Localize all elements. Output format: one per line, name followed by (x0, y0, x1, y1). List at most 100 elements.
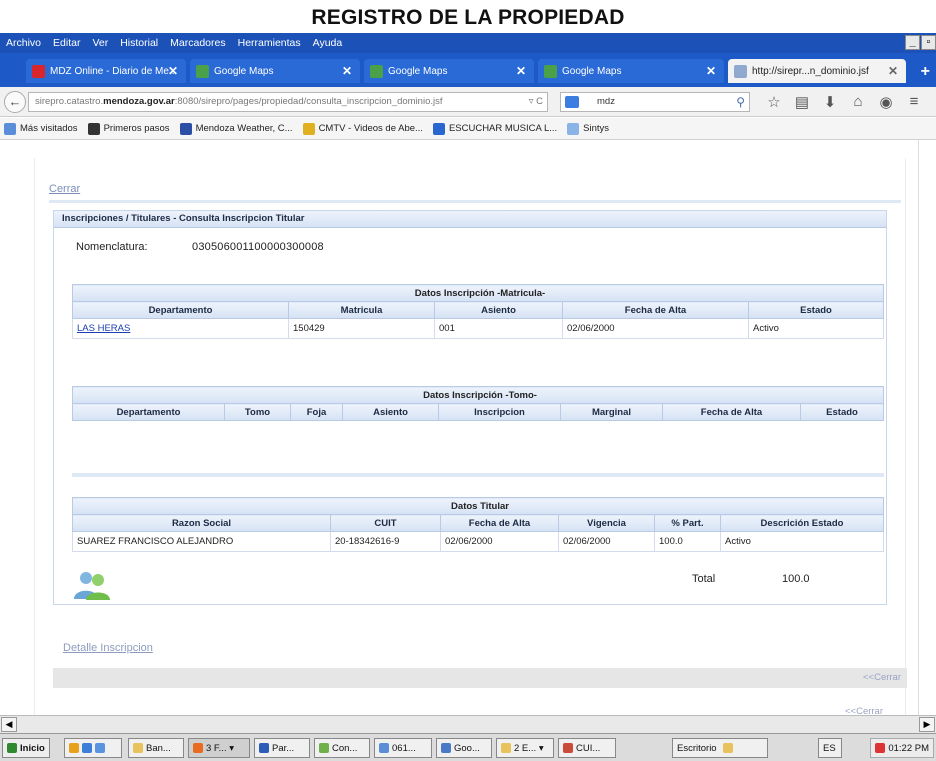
url-bar[interactable]: sirepro.catastro.mendoza.gov.ar:8080/sir… (28, 92, 548, 112)
bookmark-mas-visitados[interactable]: Más visitados (4, 122, 78, 135)
cerrar-small-link[interactable]: <<Cerrar (863, 672, 901, 683)
menu-archivo[interactable]: Archivo (0, 37, 47, 49)
matricula-table: Datos Inscripción -Matricula- Departamen… (72, 284, 884, 339)
main-panel: Cerrar Inscripciones / Titulares - Consu… (34, 158, 907, 717)
tab-sirepro[interactable]: http://sirepr...n_dominio.jsf ✕ (728, 59, 906, 83)
menu-icon[interactable]: ≡ (900, 93, 928, 111)
url-prefix: sirepro.catastro. (35, 96, 104, 107)
col-departamento: Departamento (72, 301, 289, 319)
taskbar-item[interactable]: Con... (314, 738, 370, 758)
col-departamento: Departamento (72, 403, 225, 421)
maps-favicon-icon (544, 64, 557, 78)
col-estado: Estado (800, 403, 884, 421)
library-icon[interactable]: ▤ (788, 93, 816, 111)
tab-label: Google Maps (214, 65, 274, 77)
close-icon[interactable]: ✕ (342, 64, 352, 78)
taskbar-item[interactable]: Par... (254, 738, 310, 758)
window-controls: _ ▫ (904, 35, 936, 50)
search-icon[interactable]: ⚲ (736, 93, 745, 111)
col-fecha-alta: Fecha de Alta (440, 514, 559, 532)
language-indicator[interactable]: ES (818, 738, 842, 758)
bookmark-escuchar-musica[interactable]: ESCUCHAR MUSICA L... (432, 122, 558, 135)
col-tomo: Tomo (224, 403, 291, 421)
windows-icon (7, 743, 17, 753)
cell-descripcion-estado: Activo (720, 531, 884, 552)
departamento-link[interactable]: LAS HERAS (77, 323, 130, 334)
bookmark-label: Primeros pasos (103, 123, 170, 134)
tab-mdz[interactable]: MDZ Online - Diario de Me... ✕ (26, 59, 186, 83)
vertical-scrollbar[interactable] (918, 140, 936, 715)
scroll-left-icon[interactable]: ◀ (1, 717, 17, 732)
bookmark-mendoza-weather[interactable]: Mendoza Weather, C... (179, 122, 293, 135)
tab-google-maps-2[interactable]: Google Maps ✕ (364, 59, 534, 83)
bookmark-sintys[interactable]: Sintys (567, 122, 609, 135)
escritorio-toolbar[interactable]: Escritorio (672, 738, 768, 758)
taskbar-item[interactable]: Goo... (436, 738, 492, 758)
scroll-right-icon[interactable]: ▶ (919, 717, 935, 732)
users-icon[interactable] (72, 569, 112, 601)
close-icon[interactable]: ✕ (516, 64, 526, 78)
taskbar-item[interactable]: 061... (374, 738, 432, 758)
bookmark-cmtv[interactable]: CMTV - Videos de Abe... (302, 122, 423, 135)
home-icon[interactable]: ⌂ (844, 93, 872, 111)
bookmark-icon (4, 122, 16, 135)
nomenclatura-label: Nomenclatura: (76, 241, 148, 253)
chat-icon[interactable]: ◉ (872, 93, 900, 111)
taskbar-item[interactable]: CUI... (558, 738, 616, 758)
tab-google-maps-1[interactable]: Google Maps ✕ (190, 59, 360, 83)
escritorio-label: Escritorio (677, 742, 717, 754)
nomenclatura-value: 03050600110000030000​8 (192, 241, 324, 253)
search-engine-icon[interactable] (565, 96, 579, 108)
horizontal-scrollbar[interactable]: ◀ ▶ (0, 715, 936, 733)
cell-part: 100.0 (654, 531, 721, 552)
detalle-inscripcion-link[interactable]: Detalle Inscripcion (63, 642, 153, 654)
cell-departamento[interactable]: LAS HERAS (72, 318, 289, 339)
search-value: mdz (597, 96, 615, 107)
url-suffix: :8080/sirepro/pages/propiedad/consulta_i… (174, 96, 443, 107)
search-input[interactable]: mdz ⚲ (560, 92, 750, 112)
quicklaunch[interactable] (64, 738, 122, 758)
word-icon (259, 743, 269, 753)
cell-fecha-alta: 02/06/2000 (440, 531, 559, 552)
close-icon[interactable]: ✕ (706, 64, 716, 78)
taskbar-label: 3 F... ▾ (206, 742, 234, 754)
close-icon[interactable]: ✕ (168, 64, 178, 78)
menu-ver[interactable]: Ver (86, 37, 114, 49)
restore-icon[interactable]: ▫ (921, 35, 936, 50)
cell-cuit: 20-18342616-9 (330, 531, 441, 552)
app-icon (379, 743, 389, 753)
bookmark-primeros-pasos[interactable]: Primeros pasos (87, 122, 170, 135)
folder-icon (133, 743, 143, 753)
taskbar-item[interactable]: 3 F... ▾ (188, 738, 250, 758)
minimize-icon[interactable]: _ (905, 35, 920, 50)
taskbar: Inicio Ban... 3 F... ▾ Par... Con... 061… (0, 733, 936, 761)
page-heading: REGISTRO DE LA PROPIEDAD (311, 6, 625, 29)
nav-bar: ← sirepro.catastro.mendoza.gov.ar:8080/s… (0, 87, 936, 117)
start-button[interactable]: Inicio (2, 738, 50, 758)
menu-marcadores[interactable]: Marcadores (164, 37, 231, 49)
menu-historial[interactable]: Historial (114, 37, 164, 49)
close-icon[interactable]: ✕ (888, 64, 898, 78)
back-icon[interactable]: ← (4, 91, 26, 113)
tab-google-maps-3[interactable]: Google Maps ✕ (538, 59, 724, 83)
table-row: LAS HERAS 150429 001 02/06/2000 Activo (72, 318, 884, 339)
download-icon[interactable]: ⬇ (816, 93, 844, 111)
bottom-bar: <<Cerrar (53, 668, 907, 688)
total-label: Total (692, 573, 716, 585)
new-tab-icon[interactable]: + (921, 63, 930, 81)
taskbar-item[interactable]: 2 E... ▾ (496, 738, 554, 758)
bookmark-star-icon[interactable]: ☆ (760, 93, 788, 111)
reload-icon[interactable]: ▿ C (529, 93, 543, 111)
nav-icons: ☆ ▤ ⬇ ⌂ ◉ ≡ (760, 93, 928, 111)
tab-label: Google Maps (562, 65, 622, 77)
menu-herramientas[interactable]: Herramientas (232, 37, 307, 49)
total-value: 100.0 (782, 573, 810, 585)
menu-editar[interactable]: Editar (47, 37, 86, 49)
taskbar-label: CUI... (576, 742, 601, 754)
cerrar-link[interactable]: Cerrar (49, 183, 80, 195)
bookmark-label: ESCUCHAR MUSICA L... (448, 123, 558, 134)
col-part: % Part. (654, 514, 721, 532)
menu-ayuda[interactable]: Ayuda (307, 37, 349, 49)
bookmark-label: Mendoza Weather, C... (195, 123, 293, 134)
taskbar-item[interactable]: Ban... (128, 738, 184, 758)
